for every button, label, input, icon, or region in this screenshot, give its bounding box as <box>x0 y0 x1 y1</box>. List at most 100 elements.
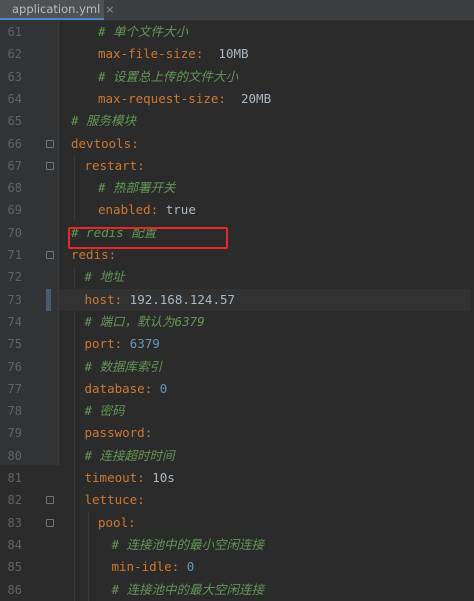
line-number-gutter: 61 62 63 64 65 66 67 68 69 70 71 72 73 74 75 76 77 78 79 80… <box>0 21 59 597</box>
yaml-comment: # 连接超时时间 <box>84 447 175 463</box>
yaml-comment: # 地址 <box>84 269 125 285</box>
yaml-key: redis <box>71 247 109 262</box>
yaml-punct: : <box>114 336 130 352</box>
line-number: 82 <box>7 493 22 508</box>
code-line[interactable]: min-idle: 0 <box>59 556 474 578</box>
yaml-key: host <box>84 291 115 307</box>
yaml-comment: # 端口，默认为6379 <box>84 313 205 329</box>
code-line-text: port: 6379 <box>85 333 160 355</box>
line-number: 70 <box>7 225 22 240</box>
code-line-text: # 端口，默认为6379 <box>85 311 205 333</box>
fold-toggle-icon[interactable] <box>46 139 54 148</box>
code-line[interactable]: # 设置总上传的文件大小 <box>59 66 474 88</box>
yaml-comment: # 设置总上传的文件大小 <box>98 68 239 84</box>
line-number: 68 <box>7 181 22 196</box>
editor-scrollbar[interactable] <box>470 21 474 465</box>
fold-toggle-icon[interactable] <box>46 518 54 527</box>
code-line-text: # 地址 <box>85 266 125 288</box>
yaml-key: database <box>84 380 145 396</box>
code-line-text: # 连接池中的最小空闲连接 <box>112 534 265 556</box>
fold-toggle-icon[interactable] <box>46 251 54 259</box>
yaml-punct: : <box>218 90 241 106</box>
yaml-key: pool <box>98 514 129 530</box>
yaml-comment: # 连接池中的最大空闲连接 <box>111 581 265 597</box>
code-line-text: # 单个文件大小 <box>98 21 188 43</box>
yaml-key: timeout <box>84 470 138 485</box>
code-line[interactable]: # 地址 <box>59 266 474 288</box>
current-line-marker <box>46 288 51 311</box>
yaml-key: enabled <box>98 202 151 218</box>
code-line[interactable]: # 连接池中的最大空闲连接 <box>59 579 474 601</box>
yaml-punct: : <box>131 135 139 151</box>
code-line[interactable]: # 数据库索引 <box>59 356 474 378</box>
code-line[interactable]: # 连接池中的最小空闲连接 <box>59 534 474 556</box>
tab-application-yml[interactable]: application.yml × <box>0 0 115 20</box>
code-line-text: lettuce: <box>85 489 145 511</box>
code-line[interactable]: pool: <box>59 512 474 534</box>
yaml-punct: : <box>150 202 166 218</box>
code-line-text: min-idle: 0 <box>112 556 195 578</box>
code-line-text: max-file-size: 10MB <box>98 43 249 65</box>
code-line[interactable]: enabled: true <box>59 199 474 221</box>
code-line[interactable]: # 服务模块 <box>59 110 474 132</box>
code-line-text: max-request-size: 20MB <box>98 88 271 110</box>
yaml-value: 20MB <box>241 90 272 106</box>
line-number: 85 <box>7 560 22 575</box>
code-line[interactable]: database: 0 <box>59 378 474 400</box>
yaml-punct: : <box>137 492 145 508</box>
code-line[interactable]: host: 192.168.124.57 <box>59 288 474 311</box>
code-line[interactable]: timeout: 10s <box>59 467 474 489</box>
code-line-text: # 热部署开关 <box>98 177 176 199</box>
code-line[interactable]: max-file-size: 10MB <box>59 43 474 65</box>
yaml-value: 6379 <box>129 336 160 352</box>
line-number: 84 <box>7 537 22 552</box>
yaml-value: true <box>165 202 196 218</box>
code-line[interactable]: lettuce: <box>59 489 474 511</box>
code-line-text: restart: <box>85 155 145 177</box>
line-number: 67 <box>7 158 22 173</box>
editor-tab-bar: application.yml × <box>0 0 474 21</box>
yaml-comment: # 热部署开关 <box>98 180 176 196</box>
code-line[interactable]: password: <box>59 422 474 444</box>
yaml-key: password <box>84 425 145 441</box>
yaml-value: 0 <box>159 380 168 396</box>
line-number: 65 <box>7 114 22 129</box>
code-line-text: timeout: 10s <box>85 467 175 489</box>
code-line[interactable]: # 单个文件大小 <box>59 21 474 43</box>
close-icon[interactable]: × <box>105 3 114 16</box>
line-number: 69 <box>7 203 22 218</box>
code-line[interactable]: # 端口，默认为6379 <box>59 311 474 333</box>
line-number: 66 <box>7 136 22 151</box>
code-line-text: # 连接超时时间 <box>85 445 175 467</box>
fold-toggle-icon[interactable] <box>46 161 54 170</box>
yaml-comment: # 服务模块 <box>71 113 137 129</box>
yaml-key: max-file-size <box>98 46 196 62</box>
yaml-value: 10s <box>152 470 175 485</box>
line-number: 79 <box>7 426 22 441</box>
yaml-punct: : <box>137 470 153 485</box>
yaml-key: restart <box>84 157 138 173</box>
yaml-punct: : <box>195 46 219 62</box>
code-line-text: database: 0 <box>85 378 168 400</box>
code-line[interactable]: port: 6379 <box>59 333 474 355</box>
code-line[interactable]: restart: <box>59 155 474 177</box>
code-line[interactable]: devtools: <box>59 133 474 155</box>
line-number: 77 <box>7 381 22 396</box>
code-line[interactable]: # 密码 <box>59 400 474 422</box>
yaml-comment: # 连接池中的最小空闲连接 <box>111 536 265 552</box>
line-number: 61 <box>7 25 22 39</box>
line-number: 80 <box>7 448 22 463</box>
code-line[interactable]: # 热部署开关 <box>59 177 474 199</box>
yaml-value: 0 <box>186 559 195 575</box>
line-number: 81 <box>7 471 22 485</box>
highlight-annotation-box <box>68 227 228 249</box>
yaml-punct: : <box>108 247 117 262</box>
line-number: 76 <box>7 359 22 374</box>
code-line-text: host: 192.168.124.57 <box>85 289 236 311</box>
code-line[interactable]: max-request-size: 20MB <box>59 88 474 110</box>
tab-label: application.yml <box>12 2 101 16</box>
line-number: 63 <box>7 69 22 84</box>
fold-toggle-icon[interactable] <box>46 496 54 505</box>
code-line[interactable]: # 连接超时时间 <box>59 445 474 467</box>
code-line-text: devtools: <box>71 133 139 155</box>
